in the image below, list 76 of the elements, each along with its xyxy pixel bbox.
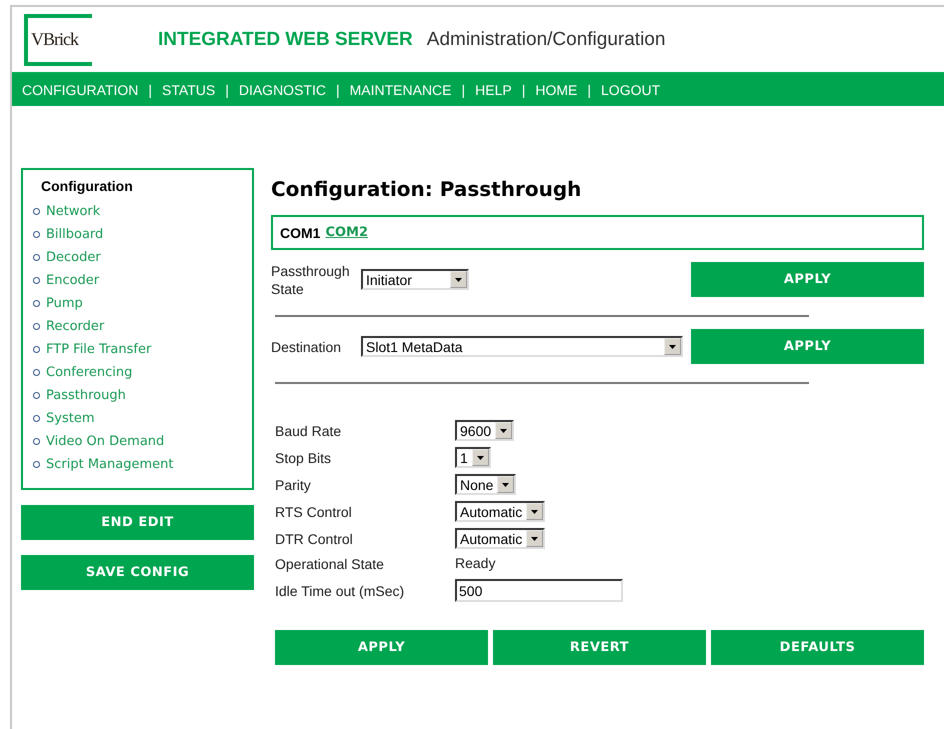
field-label: Destination	[271, 338, 342, 356]
sidebar-link[interactable]: Decoder	[33, 248, 252, 267]
field-label: RTS Control	[275, 502, 353, 520]
sidebar-link[interactable]: Network	[33, 202, 252, 221]
bullet-icon	[33, 346, 40, 353]
dropdown[interactable]: 9600	[455, 420, 514, 441]
page-title: Configuration: Passthrough	[271, 177, 582, 201]
action-button[interactable]: REVERT	[493, 630, 706, 665]
sidebar-button[interactable]: END EDIT	[21, 505, 254, 540]
port-tab[interactable]: COM2	[325, 225, 368, 240]
field-label: Stop Bits	[275, 448, 332, 466]
nav-link[interactable]: DIAGNOSTIC	[238, 82, 326, 98]
sidebar-title: Configuration	[41, 178, 134, 194]
nav-link[interactable]: LOGOUT	[601, 82, 660, 98]
sidebar-link[interactable]: System	[33, 409, 252, 428]
sidebar-link[interactable]: Passthrough	[33, 386, 252, 405]
bullet-icon	[33, 254, 40, 261]
action-button[interactable]: APPLY	[275, 630, 488, 665]
header-title: INTEGRATED WEB SERVER	[158, 28, 413, 50]
sidebar-link[interactable]: Video On Demand	[33, 432, 252, 451]
apply-button[interactable]: APPLY	[691, 329, 924, 364]
sidebar-button[interactable]: SAVE CONFIG	[21, 555, 254, 590]
sidebar-link[interactable]: Recorder	[33, 317, 252, 336]
dropdown[interactable]: Slot1 MetaData	[361, 336, 683, 357]
field-label: Operational State	[275, 555, 385, 573]
nav-separator: |	[336, 82, 340, 98]
caret-icon	[450, 271, 467, 288]
dropdown[interactable]: 1	[455, 447, 491, 468]
bullet-icon	[33, 208, 40, 215]
sidebar-link[interactable]: FTP File Transfer	[33, 340, 252, 359]
sidebar-link[interactable]: Encoder	[33, 271, 252, 290]
nav-separator: |	[522, 82, 526, 98]
nav-link[interactable]: STATUS	[162, 82, 216, 98]
field-label: Passthrough State	[271, 262, 351, 298]
sidebar-link[interactable]: Script Management	[33, 455, 252, 474]
caret-icon	[664, 338, 681, 355]
bullet-icon	[33, 438, 40, 445]
sidebar-link[interactable]: Pump	[33, 294, 252, 313]
caret-icon	[497, 476, 514, 493]
sidebar-link[interactable]: Conferencing	[33, 363, 252, 382]
nav-link[interactable]: HOME	[535, 82, 578, 98]
nav-link[interactable]: HELP	[475, 82, 512, 98]
logo: VBrick	[24, 14, 92, 66]
port-tab[interactable]: COM1	[280, 224, 320, 240]
bullet-icon	[33, 461, 40, 468]
dropdown[interactable]: None	[455, 474, 516, 495]
nav-link[interactable]: CONFIGURATION	[22, 82, 138, 98]
input-field[interactable]: 500	[455, 579, 623, 602]
action-button[interactable]: DEFAULTS	[711, 630, 924, 665]
sidebar-link[interactable]: Billboard	[33, 225, 252, 244]
bullet-icon	[33, 277, 40, 284]
nav-link[interactable]: MAINTENANCE	[350, 82, 452, 98]
bullet-icon	[33, 369, 40, 376]
bullet-icon	[33, 300, 40, 307]
nav-separator: |	[148, 82, 152, 98]
dropdown[interactable]: Initiator	[361, 269, 469, 290]
caret-icon	[526, 503, 544, 520]
apply-button[interactable]: APPLY	[691, 262, 924, 297]
caret-icon	[472, 449, 489, 466]
caret-icon	[526, 530, 544, 547]
dropdown[interactable]: Automatic	[455, 501, 546, 522]
bullet-icon	[33, 392, 40, 399]
field-label: DTR Control	[275, 530, 354, 548]
field-label: Idle Time out (mSec)	[275, 582, 406, 600]
header-subtitle: Administration/Configuration	[426, 28, 666, 50]
caret-icon	[495, 422, 512, 439]
bullet-icon	[33, 323, 40, 330]
dropdown[interactable]: Automatic	[455, 528, 546, 549]
bullet-icon	[33, 415, 40, 422]
field-value: Ready	[455, 555, 496, 571]
field-label: Parity	[275, 476, 312, 494]
nav-separator: |	[462, 82, 466, 98]
bullet-icon	[33, 231, 40, 238]
nav-separator: |	[587, 82, 592, 98]
field-label: Baud Rate	[275, 422, 342, 440]
nav-separator: |	[225, 82, 229, 98]
